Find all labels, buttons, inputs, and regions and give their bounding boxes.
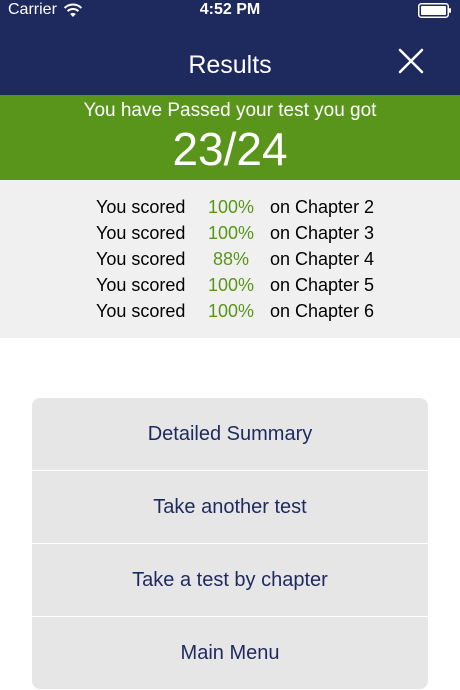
score-chapter: on Chapter 2 xyxy=(270,197,375,217)
chapter-score-row: You scored 100% on Chapter 2 xyxy=(0,197,460,223)
main-menu-button[interactable]: Main Menu xyxy=(32,617,428,689)
take-test-by-chapter-button[interactable]: Take a test by chapter xyxy=(32,544,428,616)
status-time: 4:52 PM xyxy=(199,1,261,18)
score-prefix: You scored xyxy=(96,223,186,243)
score-prefix: You scored xyxy=(96,301,186,321)
result-score: 23/24 xyxy=(172,123,288,175)
header: Carrier 4:52 PM Results xyxy=(0,0,460,95)
score-chapter: on Chapter 4 xyxy=(270,249,375,269)
score-chapter: on Chapter 5 xyxy=(270,275,375,295)
score-chapter: on Chapter 6 xyxy=(270,301,375,321)
battery-icon xyxy=(418,3,451,18)
result-banner: You have Passed your test you got 23/24 xyxy=(0,95,460,180)
score-prefix: You scored xyxy=(96,197,186,217)
chapter-score-row: You scored 100% on Chapter 3 xyxy=(0,223,460,249)
result-message: You have Passed your test you got xyxy=(83,100,377,121)
chapter-score-row: You scored 88% on Chapter 4 xyxy=(0,249,460,275)
score-prefix: You scored xyxy=(96,249,186,269)
score-prefix: You scored xyxy=(96,275,186,295)
score-percent: 100% xyxy=(207,301,255,321)
page-title: Results xyxy=(188,51,272,79)
score-percent: 100% xyxy=(207,223,255,243)
status-bar: Carrier 4:52 PM xyxy=(0,0,460,22)
chapter-score-row: You scored 100% on Chapter 5 xyxy=(0,275,460,301)
score-percent: 100% xyxy=(207,275,255,295)
close-icon[interactable] xyxy=(396,46,426,76)
score-percent: 100% xyxy=(207,197,255,217)
detailed-summary-button[interactable]: Detailed Summary xyxy=(32,398,428,470)
action-menu: Detailed Summary Take another test Take … xyxy=(32,398,428,689)
take-another-test-button[interactable]: Take another test xyxy=(32,471,428,543)
score-percent: 88% xyxy=(212,249,250,269)
chapter-scores-panel: You scored 100% on Chapter 2 You scored … xyxy=(0,180,460,338)
score-chapter: on Chapter 3 xyxy=(270,223,375,243)
chapter-score-row: You scored 100% on Chapter 6 xyxy=(0,301,460,327)
